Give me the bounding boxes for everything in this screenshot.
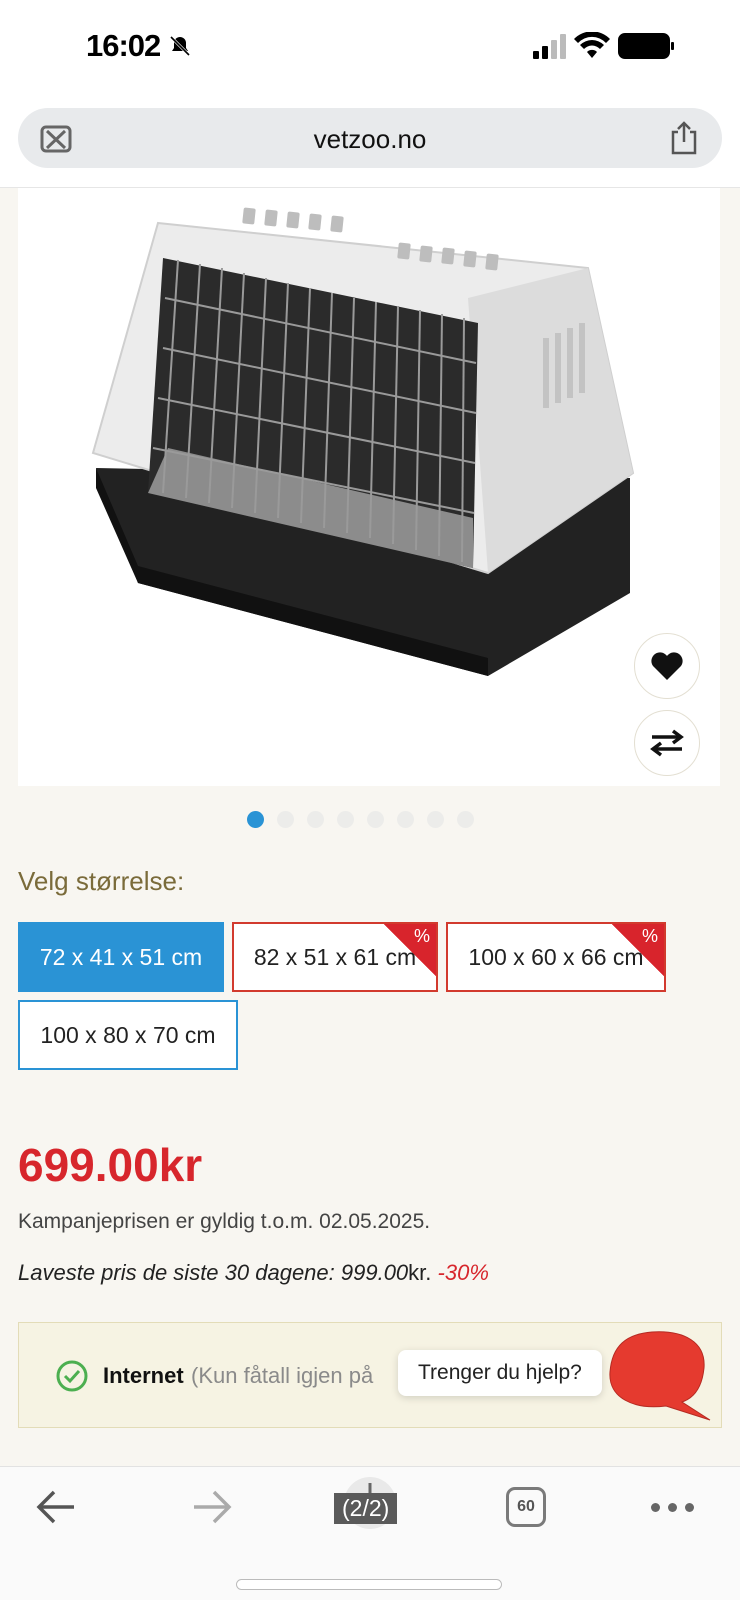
compare-button[interactable] (634, 710, 700, 776)
signal-icon (533, 33, 566, 59)
check-circle-icon (56, 1360, 88, 1392)
status-bar: 16:02 (0, 0, 740, 96)
status-time: 16:02 (86, 28, 161, 63)
carousel-dot[interactable] (337, 811, 354, 828)
bell-slash-icon (168, 34, 192, 63)
battery-icon (618, 33, 674, 59)
stock-note: (Kun fåtall igjen på (191, 1363, 374, 1388)
more-icon[interactable] (651, 1503, 694, 1512)
chat-icon[interactable] (604, 1328, 714, 1428)
lowest-price-text: Laveste pris de siste 30 dagene: 999.00k… (18, 1260, 489, 1286)
lowest-price-label: Laveste pris de siste 30 dagene: 999.00 (18, 1260, 409, 1285)
size-option-100x80x70[interactable]: 100 x 80 x 70 cm (18, 1000, 238, 1070)
pet-carrier-image (91, 207, 635, 676)
carousel-dot[interactable] (247, 811, 264, 828)
lowest-price-currency: kr. (408, 1260, 432, 1285)
share-icon[interactable] (668, 120, 700, 161)
back-arrow-icon[interactable] (34, 1487, 78, 1527)
page-counter: (2/2) (334, 1493, 398, 1524)
product-price: 699.00kr (18, 1139, 203, 1191)
size-option-100x60x66[interactable]: 100 x 60 x 66 cm % (446, 922, 666, 992)
campaign-validity-text: Kampanjeprisen er gyldig t.o.m. 02.05.20… (18, 1210, 431, 1233)
product-image[interactable] (18, 188, 720, 786)
stock-channel: Internet (103, 1363, 184, 1388)
status-icons (533, 32, 674, 60)
size-option-label: 72 x 41 x 51 cm (39, 943, 203, 970)
forward-arrow-icon[interactable] (190, 1487, 234, 1527)
sale-badge: % (612, 924, 664, 976)
home-indicator (236, 1579, 502, 1590)
size-option-label: 100 x 80 x 70 cm (40, 1021, 216, 1048)
carousel-dot[interactable] (397, 811, 414, 828)
tab-count: 60 (517, 1498, 535, 1515)
url-text[interactable]: vetzoo.no (18, 124, 722, 155)
size-option-72x41x51[interactable]: 72 x 41 x 51 cm (18, 922, 224, 992)
carousel-dot[interactable] (457, 811, 474, 828)
carousel-dot[interactable] (367, 811, 384, 828)
compare-icon (650, 729, 684, 757)
wishlist-button[interactable] (634, 633, 700, 699)
size-option-82x51x61[interactable]: 82 x 51 x 61 cm % (232, 922, 438, 992)
carousel-dot[interactable] (277, 811, 294, 828)
help-tooltip[interactable]: Trenger du hjelp? (398, 1350, 602, 1396)
discount-percent: -30% (437, 1260, 489, 1285)
tabs-icon[interactable]: 60 (506, 1487, 546, 1527)
sale-badge: % (384, 924, 436, 976)
address-bar[interactable]: vetzoo.no (18, 108, 722, 168)
carousel-dot[interactable] (427, 811, 444, 828)
browser-toolbar: vetzoo.no (0, 96, 740, 188)
size-label: Velg størrelse: (18, 866, 185, 896)
heart-icon (651, 652, 683, 680)
image-carousel-dots (247, 811, 474, 828)
carousel-dot[interactable] (307, 811, 324, 828)
wifi-icon (574, 32, 610, 58)
